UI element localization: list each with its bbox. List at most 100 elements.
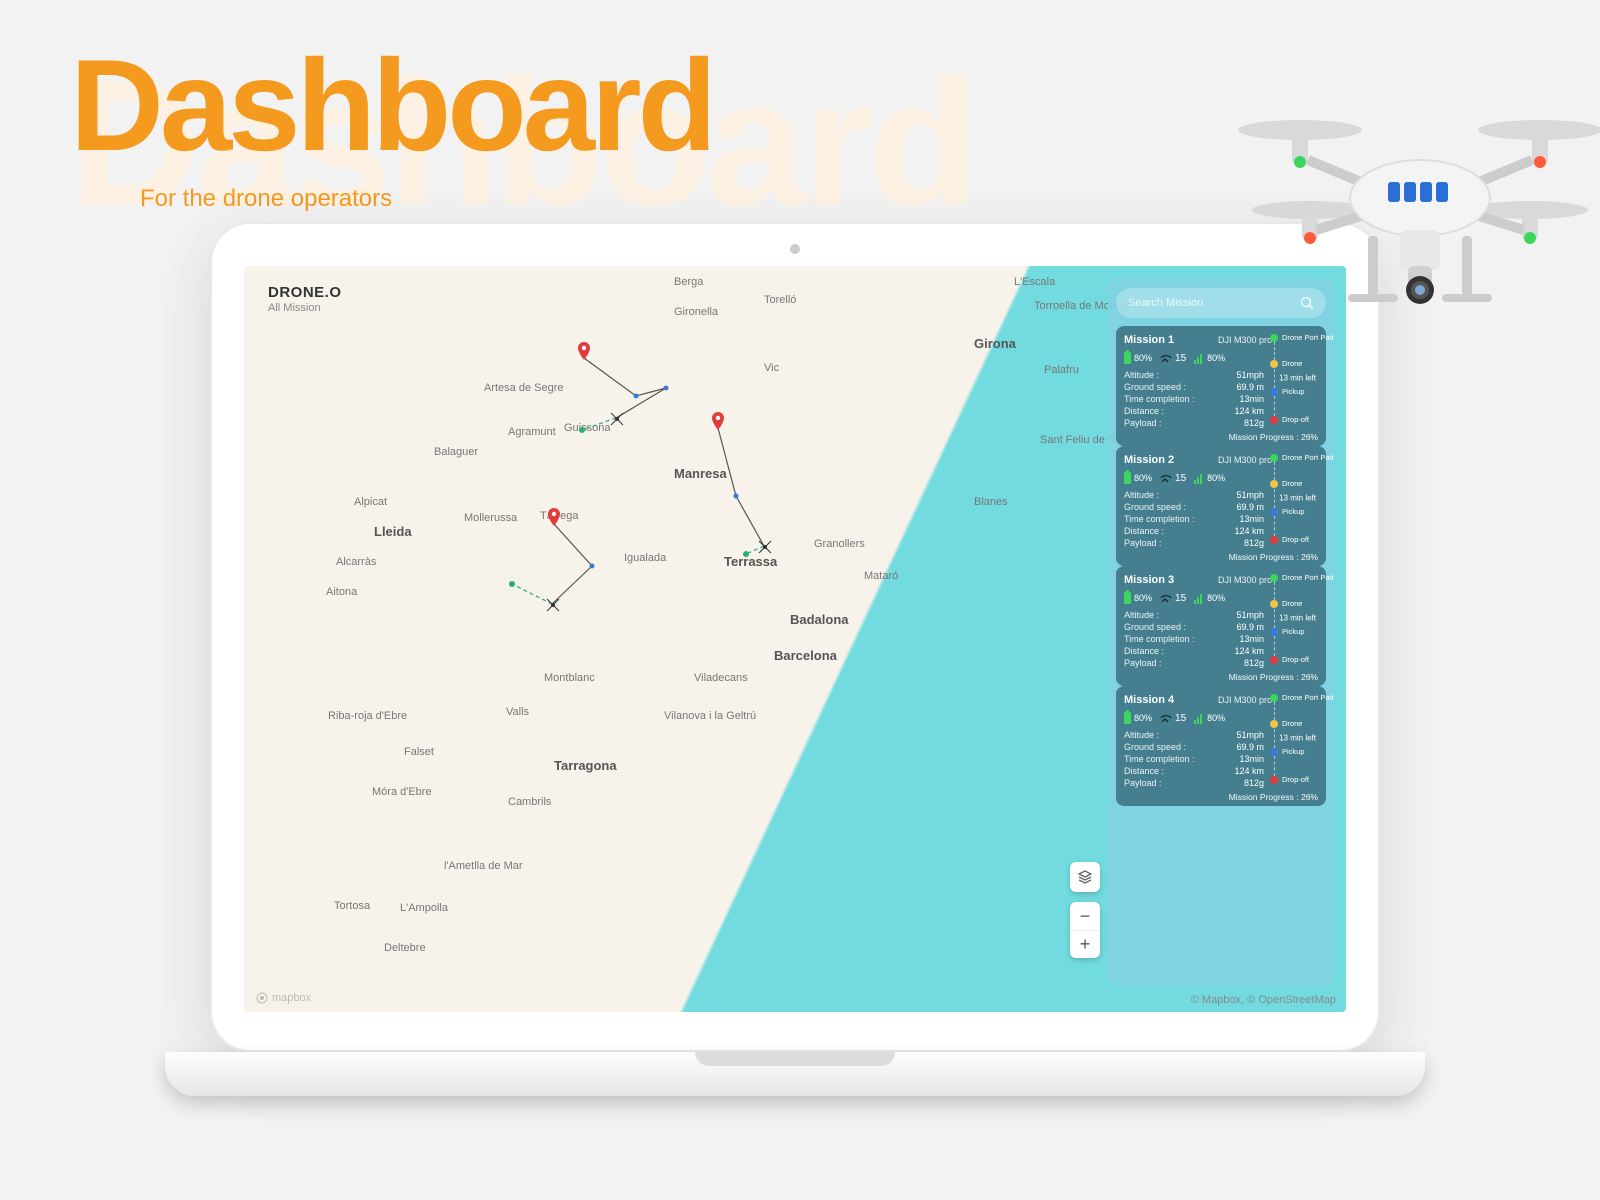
altitude-value: 51mph xyxy=(1236,490,1264,500)
city-label: Mataró xyxy=(864,570,898,582)
battery-icon: 80% xyxy=(1124,712,1152,724)
mission-timeline: Drone Port Pad Drone 13 min left Pickup … xyxy=(1270,454,1318,544)
altitude-value: 51mph xyxy=(1236,610,1264,620)
city-label: Valls xyxy=(506,706,529,718)
payload-value: 812g xyxy=(1244,658,1264,668)
city-label: Móra d'Ebre xyxy=(372,786,432,798)
time-value: 13min xyxy=(1239,634,1264,644)
payload-value: 812g xyxy=(1244,778,1264,788)
mission-sidebar: Mission 1 DJI M300 pro 80% 15 80% Altitu… xyxy=(1108,278,1334,986)
city-label: Vic xyxy=(764,362,779,374)
city-label: Igualada xyxy=(624,552,666,564)
mission-title: Mission 4 xyxy=(1124,694,1174,706)
city-label: l'Ametlla de Mar xyxy=(444,860,523,872)
mission-timeline: Drone Port Pad Drone 13 min left Pickup … xyxy=(1270,334,1318,424)
satellite-icon: 15 xyxy=(1160,352,1186,364)
city-label: Riba-roja d'Ebre xyxy=(328,710,407,722)
mission-title: Mission 2 xyxy=(1124,454,1174,466)
distance-value: 124 km xyxy=(1234,526,1264,536)
city-label: Granollers xyxy=(814,538,865,550)
speed-value: 69.9 m xyxy=(1236,502,1264,512)
mission-card[interactable]: Mission 1 DJI M300 pro 80% 15 80% Altitu… xyxy=(1116,326,1326,446)
time-value: 13min xyxy=(1239,754,1264,764)
signal-icon: 80% xyxy=(1194,352,1225,364)
city-label: Terrassa xyxy=(724,554,777,569)
city-label: L'Ampolla xyxy=(400,902,448,914)
city-label: Tarragona xyxy=(554,758,617,773)
time-value: 13min xyxy=(1239,514,1264,524)
zoom-in-button[interactable]: + xyxy=(1070,930,1100,958)
altitude-value: 51mph xyxy=(1236,730,1264,740)
mission-timeline: Drone Port Pad Drone 13 min left Pickup … xyxy=(1270,694,1318,784)
payload-value: 812g xyxy=(1244,538,1264,548)
city-label: Aitona xyxy=(326,586,357,598)
speed-value: 69.9 m xyxy=(1236,742,1264,752)
mission-timeline: Drone Port Pad Drone 13 min left Pickup … xyxy=(1270,574,1318,664)
city-label: Blanes xyxy=(974,496,1008,508)
distance-value: 124 km xyxy=(1234,646,1264,656)
city-label: Badalona xyxy=(790,612,849,627)
city-label: Montblanc xyxy=(544,672,595,684)
map-attribution-left: mapbox xyxy=(256,992,311,1004)
mission-progress: Mission Progress : 26% xyxy=(1124,792,1318,802)
mission-model: DJI M300 pro xyxy=(1218,695,1272,705)
zoom-out-button[interactable]: − xyxy=(1070,902,1100,930)
city-label: Gironella xyxy=(674,306,718,318)
map-pin-icon[interactable] xyxy=(548,508,560,526)
map[interactable]: BergaGironellaTorellóL'EscalaTorroella d… xyxy=(244,266,1346,1012)
mission-card[interactable]: Mission 4 DJI M300 pro 80% 15 80% Altitu… xyxy=(1116,686,1326,806)
mission-card[interactable]: Mission 2 DJI M300 pro 80% 15 80% Altitu… xyxy=(1116,446,1326,566)
layers-button[interactable] xyxy=(1070,862,1100,892)
drone-marker-icon[interactable] xyxy=(758,540,772,554)
city-label: Artesa de Segre xyxy=(484,382,564,394)
city-label: Barcelona xyxy=(774,648,837,663)
battery-icon: 80% xyxy=(1124,592,1152,604)
signal-icon: 80% xyxy=(1194,592,1225,604)
drone-illustration xyxy=(1230,80,1600,340)
laptop-mockup: BergaGironellaTorellóL'EscalaTorroella d… xyxy=(210,222,1380,1142)
city-label: Torelló xyxy=(764,294,796,306)
mission-progress: Mission Progress : 26% xyxy=(1124,672,1318,682)
hero-title: Dashboard xyxy=(70,30,713,180)
satellite-icon: 15 xyxy=(1160,712,1186,724)
city-label: Manresa xyxy=(674,466,727,481)
mission-card[interactable]: Mission 3 DJI M300 pro 80% 15 80% Altitu… xyxy=(1116,566,1326,686)
zoom-controls: − + xyxy=(1070,902,1100,958)
city-label: Agramunt xyxy=(508,426,556,438)
city-label: Viladecans xyxy=(694,672,748,684)
battery-icon: 80% xyxy=(1124,472,1152,484)
app-screen: BergaGironellaTorellóL'EscalaTorroella d… xyxy=(244,266,1346,1012)
app-logo-sub[interactable]: All Mission xyxy=(268,302,321,314)
mission-progress: Mission Progress : 26% xyxy=(1124,432,1318,442)
battery-icon: 80% xyxy=(1124,352,1152,364)
city-label: Lleida xyxy=(374,524,412,539)
mission-model: DJI M300 pro xyxy=(1218,455,1272,465)
app-logo: DRONE.O xyxy=(268,284,342,301)
distance-value: 124 km xyxy=(1234,406,1264,416)
signal-icon: 80% xyxy=(1194,712,1225,724)
mission-model: DJI M300 pro xyxy=(1218,575,1272,585)
speed-value: 69.9 m xyxy=(1236,382,1264,392)
drone-marker-icon[interactable] xyxy=(546,598,560,612)
city-label: Falset xyxy=(404,746,434,758)
city-label: Vilanova i la Geltrú xyxy=(664,710,756,722)
map-attribution-right: © Mapbox, © OpenStreetMap xyxy=(1191,994,1336,1006)
speed-value: 69.9 m xyxy=(1236,622,1264,632)
city-label: Mollerussa xyxy=(464,512,517,524)
map-pin-icon[interactable] xyxy=(712,412,724,430)
map-pin-icon[interactable] xyxy=(578,342,590,360)
city-label: Alcarràs xyxy=(336,556,376,568)
city-label: Tortosa xyxy=(334,900,370,912)
city-label: Girona xyxy=(974,336,1016,351)
time-value: 13min xyxy=(1239,394,1264,404)
satellite-icon: 15 xyxy=(1160,592,1186,604)
drone-marker-icon[interactable] xyxy=(610,412,624,426)
mission-title: Mission 1 xyxy=(1124,334,1174,346)
city-label: Guissona xyxy=(564,422,610,434)
hero-subtitle: For the drone operators xyxy=(140,185,392,213)
camera-dot xyxy=(790,244,800,254)
city-label: Alpicat xyxy=(354,496,387,508)
city-label: Balaguer xyxy=(434,446,478,458)
city-label: Palafru xyxy=(1044,364,1079,376)
payload-value: 812g xyxy=(1244,418,1264,428)
